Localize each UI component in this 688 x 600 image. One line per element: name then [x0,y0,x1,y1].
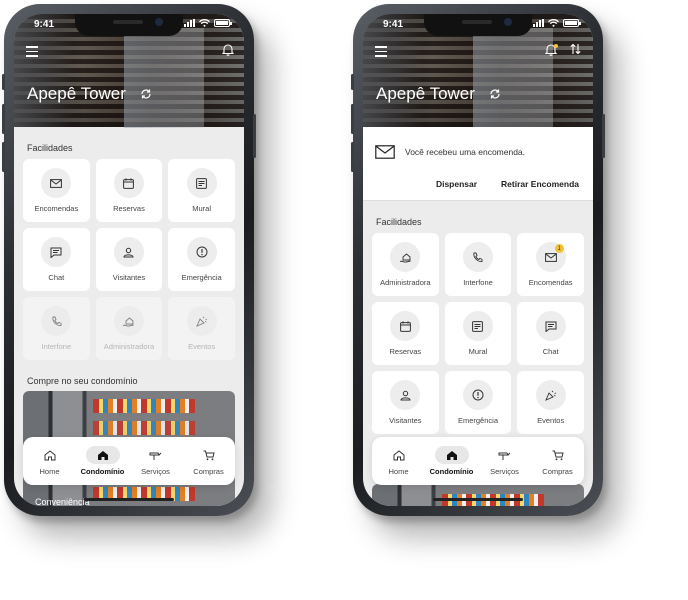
bottom-nav: Home Condomínio Serviços Compras [23,437,235,485]
tile-chat[interactable]: Chat [23,228,90,291]
notification-card: Você recebeu uma encomenda. Dispensar Re… [363,127,593,201]
service-icon [149,452,162,460]
dismiss-button[interactable]: Dispensar [436,179,477,189]
board-icon [196,177,208,189]
tile-encomendas[interactable]: Encomendas [23,159,90,222]
home-indicator [84,498,174,501]
hand-house-icon [123,316,135,327]
tile-reservas[interactable]: Reservas [372,302,439,365]
menu-icon[interactable] [26,46,38,60]
home-filled-icon [446,450,457,460]
wifi-icon [548,19,559,27]
tile-eventos[interactable]: Eventos [517,371,584,434]
chat-icon [50,247,62,258]
home-outline-icon [44,449,55,460]
signal-icon [533,19,544,27]
mockup-stage: 9:41 Apepê Tower Facilidades Encomendas … [0,0,688,600]
phone-right: 9:41 Apepê Tower Você recebeu uma encome… [351,4,605,516]
menu-icon[interactable] [375,46,387,60]
status-bar: 9:41 [14,14,244,36]
person-icon [123,247,134,257]
swap-icon[interactable] [570,43,581,55]
alert-icon [196,246,208,258]
tile-reservas[interactable]: Reservas [95,159,163,222]
phone-left: 9:41 Apepê Tower Facilidades Encomendas … [2,4,256,516]
building-title: Apepê Tower [27,84,126,103]
bell-icon[interactable] [222,43,234,56]
sync-icon[interactable] [489,88,501,100]
tile-interfone[interactable]: Interfone [23,297,90,360]
phone-icon [52,316,62,326]
phone-icon [473,252,483,262]
notification-text: Você recebeu uma encomenda. [405,147,526,157]
home-indicator [433,498,523,501]
party-icon [544,390,556,401]
hand-house-icon [399,252,411,263]
status-time: 9:41 [34,19,55,30]
cart-icon [552,450,564,460]
tile-encomendas[interactable]: 1 Encomendas [517,233,584,296]
facilities-grid: Administradora Interfone 1 Encomendas Re… [372,233,584,434]
screen: 9:41 Apepê Tower Você recebeu uma encome… [363,14,593,506]
store-banner-peek [372,484,584,506]
facilities-title: Facilidades [376,217,422,227]
party-icon [195,316,207,327]
nav-servicos[interactable]: Serviços [479,446,531,476]
tile-mural[interactable]: Mural [168,159,235,222]
envelope-icon [375,145,395,159]
building-title: Apepê Tower [376,84,475,103]
status-time: 9:41 [383,19,404,30]
mail-icon [544,252,557,262]
facilities-title: Facilidades [27,143,73,153]
pickup-package-button[interactable]: Retirar Encomenda [501,179,579,189]
count-badge: 1 [554,244,564,253]
tile-mural[interactable]: Mural [444,302,512,365]
tile-visitantes[interactable]: Visitantes [372,371,439,434]
nav-compras[interactable]: Compras [532,446,584,476]
calendar-icon [399,320,411,332]
tile-emergencia[interactable]: Emergência [168,228,235,291]
home-filled-icon [97,450,108,460]
sync-icon[interactable] [140,88,152,100]
tile-eventos[interactable]: Eventos [168,297,235,360]
calendar-icon [123,177,135,189]
bottom-nav: Home Condomínio Serviços Compras [372,437,584,485]
chat-icon [545,321,557,332]
tile-chat[interactable]: Chat [517,302,584,365]
facilities-grid: Encomendas Reservas Mural Chat Visitante… [23,159,235,360]
battery-icon [563,19,581,27]
tile-administradora[interactable]: Administradora [372,233,439,296]
tile-visitantes[interactable]: Visitantes [95,228,163,291]
nav-condominio[interactable]: Condomínio [426,446,478,476]
bell-notification-icon[interactable] [545,43,559,56]
screen: 9:41 Apepê Tower Facilidades Encomendas … [14,14,244,506]
cart-icon [203,450,215,460]
alert-icon [472,389,484,401]
tile-emergencia[interactable]: Emergência [444,371,512,434]
nav-home[interactable]: Home [24,446,76,476]
home-outline-icon [393,449,404,460]
mail-icon [50,178,63,188]
status-bar: 9:41 [363,14,593,36]
wifi-icon [199,19,210,27]
battery-icon [214,19,232,27]
person-icon [400,390,411,400]
nav-condominio[interactable]: Condomínio [77,446,129,476]
nav-servicos[interactable]: Serviços [130,446,182,476]
tile-administradora[interactable]: Administradora [95,297,163,360]
nav-home[interactable]: Home [373,446,425,476]
store-title: Compre no seu condomínio [27,376,138,386]
signal-icon [184,19,195,27]
board-icon [472,320,484,332]
service-icon [498,452,511,460]
store-caption: Conveniência [35,497,90,506]
nav-compras[interactable]: Compras [183,446,235,476]
tile-interfone[interactable]: Interfone [444,233,512,296]
